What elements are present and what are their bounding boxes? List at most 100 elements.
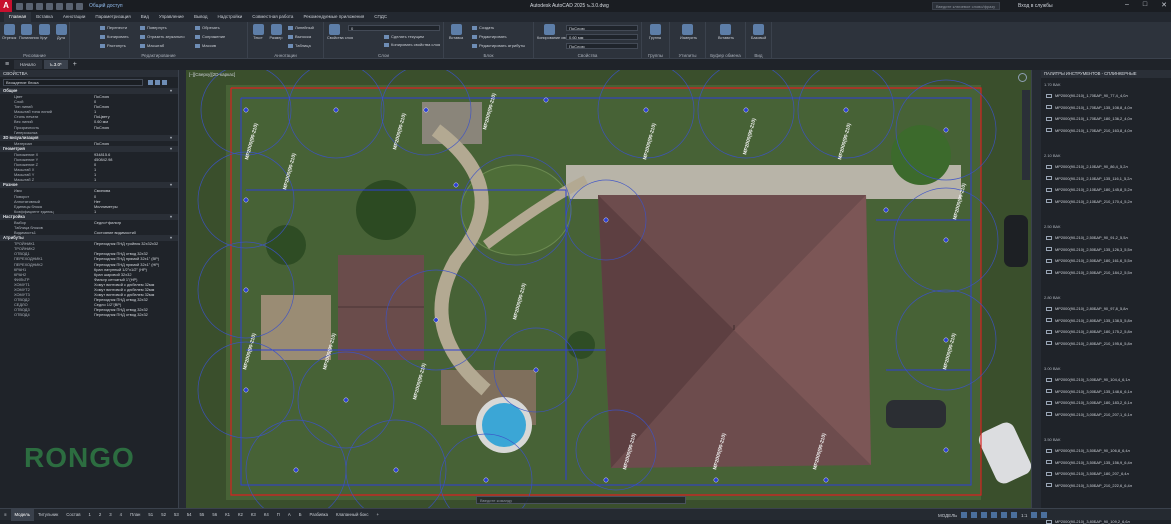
ribbon-tab[interactable]: Надстройки: [213, 12, 248, 22]
palette-tool-item[interactable]: МР2000(90-210)_1,70БАР_210_163,8_4,0л: [1046, 128, 1132, 133]
layout-tab[interactable]: Состав: [62, 509, 84, 521]
table-tool[interactable]: Таблица: [288, 43, 311, 48]
layout-tab[interactable]: Б: [295, 509, 306, 521]
palette-tool-item[interactable]: МР2000(90-210)_2,80БАР_180_175,2_5,8л: [1046, 329, 1132, 334]
share-button[interactable]: Общий доступ: [89, 3, 123, 9]
ribbon-tab[interactable]: Вставка: [31, 12, 58, 22]
ribbon-tab[interactable]: Управление: [154, 12, 189, 22]
copy-tool[interactable]: Копировать: [100, 34, 129, 39]
palette-tool-item[interactable]: МР2000(90-210)_2,50БАР_135_126,3_5,5л: [1046, 247, 1132, 252]
layout-tab[interactable]: 4: [116, 509, 126, 521]
palette-tool-item[interactable]: МР2000(90-210)_2,10БАР_180_145,8_5,2л: [1046, 187, 1132, 192]
annotation-scale[interactable]: 1:1: [1021, 513, 1027, 518]
polar-icon[interactable]: [991, 512, 998, 518]
dimension-tool[interactable]: Размер: [269, 24, 283, 46]
palette-vertical-tabs[interactable]: [1032, 70, 1041, 508]
create-block-tool[interactable]: Создать: [472, 25, 494, 30]
grid-icon[interactable]: [961, 512, 968, 518]
layout-tab[interactable]: Клапанный бокс: [332, 509, 372, 521]
trim-tool[interactable]: Обрезать: [195, 25, 220, 30]
palette-tool-item[interactable]: МР2000(90-210)_2,80БАР_90_97,8_5,8л: [1046, 306, 1128, 311]
property-section-header[interactable]: 3D визуализация: [0, 134, 178, 141]
scale-tool[interactable]: Масштаб: [140, 43, 164, 48]
text-tool[interactable]: Текст: [251, 24, 265, 46]
selection-combo[interactable]: Вхождение блока: [3, 79, 143, 86]
layout-tab[interactable]: План: [126, 509, 144, 521]
ribbon-tab[interactable]: Параметризация: [90, 12, 135, 22]
line-tool[interactable]: Отрезок: [2, 24, 16, 46]
palette-tool-item[interactable]: МР2000(90-210)_3,00БАР_135_148,6_6,1л: [1046, 389, 1132, 394]
palette-tool-item[interactable]: МР2000(90-210)_3,00БАР_90_104,4_6,1л: [1046, 377, 1130, 382]
match-layer-tool[interactable]: Копировать свойства слоя: [384, 42, 440, 47]
palette-tool-item[interactable]: МР2000(90-210)_1,70БАР_135_108,8_4,0л: [1046, 105, 1132, 110]
ortho-icon[interactable]: [981, 512, 988, 518]
property-section-header[interactable]: Настройка: [0, 213, 178, 220]
navigation-bar[interactable]: [1022, 90, 1030, 180]
undo-icon[interactable]: [66, 2, 73, 10]
layout-tab[interactable]: 52: [157, 509, 170, 521]
move-tool[interactable]: Перенести: [100, 25, 127, 30]
paste-tool[interactable]: Вставить: [718, 24, 734, 46]
autocad-logo-icon[interactable]: A: [0, 0, 12, 12]
property-section-header[interactable]: Разное: [0, 182, 178, 189]
base-view-tool[interactable]: Базовый: [751, 24, 766, 46]
layer-combo[interactable]: 0: [348, 25, 440, 31]
close-icon[interactable]: ✕: [1161, 1, 1167, 9]
layout-tab[interactable]: 53: [170, 509, 183, 521]
menu-icon[interactable]: ≡: [0, 509, 11, 521]
new-icon[interactable]: [16, 2, 23, 10]
layout-tab[interactable]: 3: [105, 509, 115, 521]
palette-tool-item[interactable]: МР2000(90-210)_3,50БАР_90_106,8_6,4л: [1046, 448, 1130, 453]
color-combo[interactable]: ПоСлою: [566, 25, 638, 31]
layout-tab[interactable]: Разбивка: [306, 509, 333, 521]
leader-tool[interactable]: Выноска: [288, 34, 311, 39]
search-input[interactable]: Введите ключевое слово/фразу: [932, 2, 1000, 10]
group-tool[interactable]: Группа: [648, 24, 662, 46]
snap-icon[interactable]: [971, 512, 978, 518]
palette-tool-item[interactable]: МР2000(90-210)_2,10БАР_210_170,4_5,2л: [1046, 199, 1132, 204]
saveas-icon[interactable]: [46, 2, 53, 10]
minimize-icon[interactable]: –: [1125, 1, 1129, 9]
new-tab-icon[interactable]: +: [73, 61, 77, 68]
fillet-tool[interactable]: Сопряжение: [195, 34, 225, 39]
drawing-viewport[interactable]: MP2000(90-210) MP2000(90-210) MP2000(90-…: [186, 70, 1031, 508]
customize-icon[interactable]: [1041, 512, 1048, 518]
ribbon-tab[interactable]: Совместная работа: [247, 12, 298, 22]
layout-tab[interactable]: К4: [260, 509, 273, 521]
signin-button[interactable]: Вход в службы: [1018, 3, 1053, 9]
palette-tool-item[interactable]: МР2000(90-210)_1,70БАР_180_136,2_4,0л: [1046, 116, 1132, 121]
layout-tab[interactable]: 56: [208, 509, 221, 521]
insert-block-tool[interactable]: Вставка: [449, 24, 463, 46]
linear-dim-tool[interactable]: Линейный: [288, 25, 314, 30]
redo-icon[interactable]: [76, 2, 83, 10]
layout-tab[interactable]: К1: [221, 509, 234, 521]
ribbon-tab[interactable]: Главная: [4, 12, 32, 22]
property-section-header[interactable]: Атрибуты: [0, 235, 178, 242]
property-value[interactable]: Переходник ПНД отвод 32х32: [84, 312, 178, 317]
layout-tab[interactable]: П: [273, 509, 284, 521]
layout-tab[interactable]: 55: [196, 509, 209, 521]
rotate-tool[interactable]: Повернуть: [140, 25, 167, 30]
tab-drawing[interactable]: ъ.3.0*: [43, 60, 68, 69]
palette-tool-item[interactable]: МР2000(90-210)_3,00БАР_180_183,2_6,1л: [1046, 400, 1132, 405]
ribbon-tab[interactable]: Рекомендуемые приложения: [298, 12, 369, 22]
property-section-header[interactable]: Общие: [0, 88, 178, 94]
viewcube-icon[interactable]: [1018, 73, 1027, 82]
palette-tool-item[interactable]: МР2000(90-210)_2,10БАР_90_86,4_5,2л: [1046, 164, 1128, 169]
layout-tab[interactable]: 2: [95, 509, 105, 521]
menu-icon[interactable]: ≡: [0, 61, 14, 68]
palette-tool-item[interactable]: МР2000(90-210)_2,80БАР_210_195,6_5,8л: [1046, 341, 1132, 346]
layout-tab[interactable]: Модель: [10, 508, 34, 521]
select-objects-icon[interactable]: [155, 80, 160, 85]
maximize-icon[interactable]: □: [1143, 1, 1147, 9]
command-line-input[interactable]: Введите команду: [476, 496, 686, 504]
array-tool[interactable]: Массив: [195, 43, 216, 48]
layout-tab[interactable]: К2: [234, 509, 247, 521]
layout-tab[interactable]: К3: [247, 509, 260, 521]
ribbon-tab[interactable]: СПДС: [369, 12, 392, 22]
linetype-combo[interactable]: ПоСлою: [566, 43, 638, 49]
palette-tool-item[interactable]: МР2000(90-210)_2,50БАР_210_184,2_5,5л: [1046, 270, 1132, 275]
edit-attributes-tool[interactable]: Редактировать атрибуты: [472, 43, 525, 48]
arc-tool[interactable]: Дуга: [54, 24, 68, 46]
match-properties-tool[interactable]: Копирование свойств: [537, 24, 575, 46]
